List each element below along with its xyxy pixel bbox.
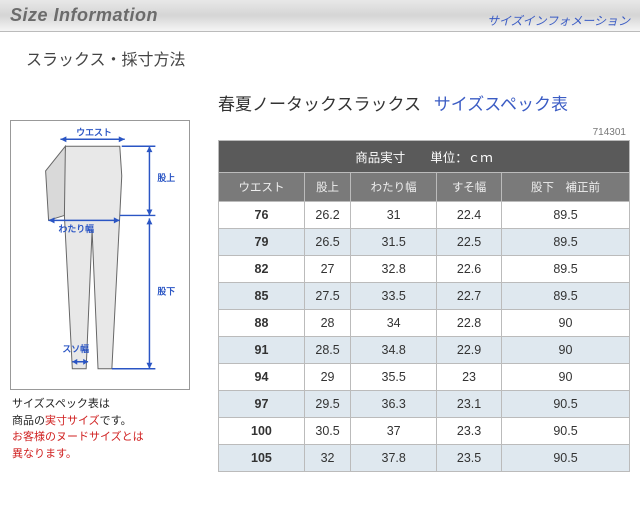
cell-rise: 26.5	[304, 229, 350, 256]
cell-inseam: 90.5	[502, 418, 630, 445]
note-line-3: 異なります。	[12, 448, 77, 460]
cell-hem: 22.4	[437, 202, 502, 229]
cell-waist: 94	[219, 364, 305, 391]
cell-waist: 82	[219, 256, 305, 283]
cell-waist: 91	[219, 337, 305, 364]
cell-waist: 100	[219, 418, 305, 445]
diagram-label-hem: スソ幅	[62, 343, 89, 354]
cell-thigh: 36.3	[351, 391, 437, 418]
cell-inseam: 90	[502, 364, 630, 391]
table-row: 1053237.823.590.5	[219, 445, 630, 472]
cell-hem: 22.7	[437, 283, 502, 310]
cell-inseam: 89.5	[502, 202, 630, 229]
cell-thigh: 34	[351, 310, 437, 337]
cell-rise: 27	[304, 256, 350, 283]
main-content: ウエスト 股上 わたり幅 股下	[0, 80, 640, 492]
page-title: Size Information	[10, 5, 158, 26]
table-row: 9128.534.822.990	[219, 337, 630, 364]
diagram-column: ウエスト 股上 わたり幅 股下	[10, 80, 200, 472]
cell-hem: 23.5	[437, 445, 502, 472]
cell-rise: 29.5	[304, 391, 350, 418]
table-row: 7926.531.522.589.5	[219, 229, 630, 256]
cell-thigh: 31.5	[351, 229, 437, 256]
col-waist: ウエスト	[219, 173, 305, 202]
cell-thigh: 33.5	[351, 283, 437, 310]
cell-rise: 29	[304, 364, 350, 391]
cell-rise: 30.5	[304, 418, 350, 445]
cell-rise: 28.5	[304, 337, 350, 364]
table-row: 9729.536.323.190.5	[219, 391, 630, 418]
header-bar: Size Information サイズインフォメーション	[0, 0, 640, 32]
cell-rise: 27.5	[304, 283, 350, 310]
diagram-label-thigh: わたり幅	[58, 223, 94, 234]
cell-waist: 85	[219, 283, 305, 310]
table-row: 822732.822.689.5	[219, 256, 630, 283]
cell-rise: 26.2	[304, 202, 350, 229]
cell-hem: 23.1	[437, 391, 502, 418]
cell-inseam: 89.5	[502, 256, 630, 283]
col-rise: 股上	[304, 173, 350, 202]
note-line-1b-post: です。	[100, 415, 132, 427]
product-sku: 714301	[218, 127, 630, 140]
cell-hem: 22.6	[437, 256, 502, 283]
cell-hem: 22.9	[437, 337, 502, 364]
product-name: 春夏ノータックスラックス	[218, 95, 421, 114]
cell-thigh: 34.8	[351, 337, 437, 364]
cell-rise: 28	[304, 310, 350, 337]
diagram-label-waist: ウエスト	[76, 127, 111, 137]
cell-inseam: 90.5	[502, 445, 630, 472]
cell-rise: 32	[304, 445, 350, 472]
col-hem: すそ幅	[437, 173, 502, 202]
size-spec-table: 商品実寸 単位：ｃｍ ウエスト 股上 わたり幅 すそ幅 股下 補正前 7626.…	[218, 140, 630, 472]
table-column: 春夏ノータックスラックス サイズスペック表 714301 商品実寸 単位：ｃｍ …	[218, 80, 630, 472]
diagram-label-inseam: 股下	[157, 287, 175, 297]
table-row: 7626.23122.489.5	[219, 202, 630, 229]
note-line-2: お客様のヌードサイズとは	[12, 431, 144, 443]
table-row: 8527.533.522.789.5	[219, 283, 630, 310]
cell-hem: 22.8	[437, 310, 502, 337]
cell-thigh: 35.5	[351, 364, 437, 391]
product-heading: 春夏ノータックスラックス サイズスペック表	[218, 80, 630, 127]
table-row: 942935.52390	[219, 364, 630, 391]
cell-thigh: 37.8	[351, 445, 437, 472]
table-body: 7626.23122.489.57926.531.522.589.5822732…	[219, 202, 630, 472]
diagram-notes: サイズスペック表は 商品の実寸サイズです。 お客様のヌードサイズとは 異なります…	[10, 390, 200, 462]
cell-inseam: 90	[502, 337, 630, 364]
cell-inseam: 90	[502, 310, 630, 337]
cell-thigh: 32.8	[351, 256, 437, 283]
cell-inseam: 89.5	[502, 283, 630, 310]
col-inseam: 股下 補正前	[502, 173, 630, 202]
cell-inseam: 89.5	[502, 229, 630, 256]
table-header-main: 商品実寸 単位：ｃｍ	[219, 141, 630, 173]
cell-thigh: 31	[351, 202, 437, 229]
spec-table-label: サイズスペック表	[434, 95, 568, 114]
note-line-1a: サイズスペック表は	[12, 398, 110, 410]
cell-waist: 97	[219, 391, 305, 418]
col-thigh: わたり幅	[351, 173, 437, 202]
page-subtitle-jp: サイズインフォメーション	[487, 12, 630, 29]
cell-hem: 22.5	[437, 229, 502, 256]
cell-inseam: 90.5	[502, 391, 630, 418]
cell-waist: 88	[219, 310, 305, 337]
cell-hem: 23.3	[437, 418, 502, 445]
table-row: 88283422.890	[219, 310, 630, 337]
section-subtitle: スラックス・採寸方法	[0, 32, 640, 80]
cell-hem: 23	[437, 364, 502, 391]
cell-waist: 79	[219, 229, 305, 256]
note-line-1b-red: 実寸サイズ	[45, 415, 100, 427]
measurement-diagram: ウエスト 股上 わたり幅 股下	[10, 120, 190, 390]
diagram-label-rise: 股上	[157, 172, 175, 183]
cell-thigh: 37	[351, 418, 437, 445]
cell-waist: 76	[219, 202, 305, 229]
cell-waist: 105	[219, 445, 305, 472]
table-row: 10030.53723.390.5	[219, 418, 630, 445]
note-line-1b-pre: 商品の	[12, 415, 45, 427]
